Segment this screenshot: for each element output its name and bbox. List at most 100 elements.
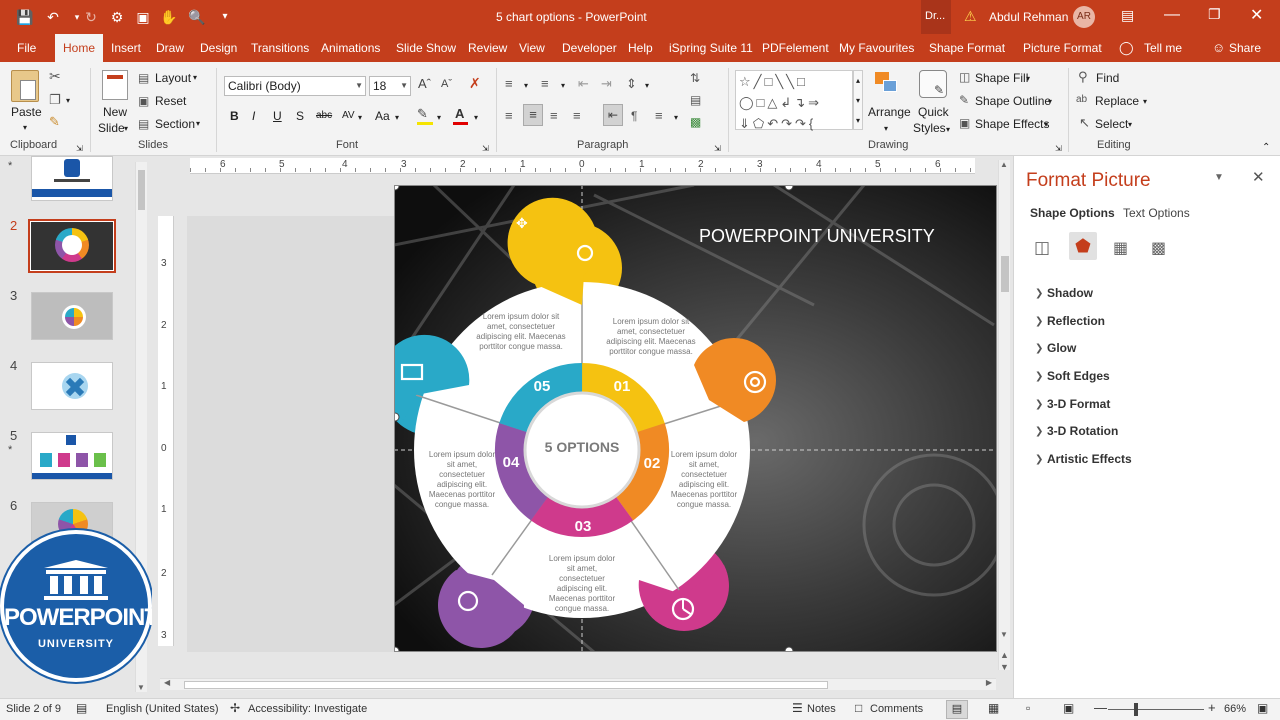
reading-view-icon[interactable]: ▫ — [1026, 701, 1030, 715]
tab-animations[interactable]: Animations — [321, 34, 380, 62]
3d-rotation-section[interactable]: 3-D Rotation — [1047, 424, 1118, 438]
font-name-combo[interactable]: Calibri (Body) ▼ — [224, 76, 366, 96]
copy-dropdown-icon[interactable]: ▾ — [66, 93, 70, 109]
slide-thumbnail-2[interactable] — [31, 222, 113, 270]
bold-button[interactable]: B — [230, 108, 239, 124]
spell-check-icon[interactable]: ▤ — [76, 701, 87, 715]
justify-icon[interactable]: ≡ — [573, 108, 581, 124]
comments-icon[interactable]: □ — [855, 701, 862, 715]
underline-button[interactable]: U — [273, 108, 282, 124]
scroll-down-icon[interactable]: ▼ — [137, 683, 145, 692]
text-block-04[interactable]: Lorem ipsum dolor sit amet, consectetuer… — [424, 450, 500, 510]
layout-button[interactable]: Layout — [155, 70, 191, 86]
start-slideshow-icon[interactable]: ▣ — [134, 8, 152, 26]
tab-developer[interactable]: Developer — [562, 34, 617, 62]
print-preview-icon[interactable]: 🔍 — [188, 8, 206, 26]
cursor-icon[interactable]: ↖ — [1079, 115, 1090, 131]
shapes-gallery-scroll[interactable]: ▴ ▾ ▾ — [853, 70, 863, 130]
restore-icon[interactable]: ❐ — [1208, 6, 1221, 23]
quick-styles-label-1[interactable]: Quick — [918, 104, 949, 120]
search-icon[interactable]: ⚲ — [1078, 69, 1088, 85]
paste-button[interactable]: Paste — [11, 104, 42, 120]
text-direction-icon[interactable]: ⇤ — [603, 104, 623, 126]
columns-dropdown-icon[interactable]: ▾ — [674, 110, 678, 126]
zoom-level[interactable]: 66% — [1224, 703, 1246, 715]
rtl-icon[interactable]: ¶ — [631, 108, 637, 124]
decrease-indent-icon[interactable]: ⇤ — [578, 76, 589, 92]
char-spacing-button[interactable]: AV — [342, 108, 355, 124]
zoom-slider-thumb[interactable] — [1134, 703, 1138, 716]
tab-home[interactable]: Home — [55, 34, 104, 62]
dr-label[interactable]: Dr... — [925, 10, 945, 22]
tell-me-search[interactable]: Tell me — [1144, 34, 1182, 62]
drawing-launcher-icon[interactable]: ⇲ — [1055, 141, 1062, 157]
arrange-button[interactable]: Arrange — [868, 104, 911, 120]
tab-text-options[interactable]: Text Options — [1123, 206, 1190, 220]
slide-counter[interactable]: Slide 2 of 9 — [6, 703, 61, 715]
customize-qat-icon[interactable]: ▾ — [216, 8, 234, 26]
comments-button[interactable]: Comments — [870, 703, 923, 715]
close-pane-icon[interactable]: ✕ — [1252, 168, 1265, 186]
undo-icon[interactable]: ↶ — [44, 8, 62, 26]
tab-draw[interactable]: Draw — [156, 34, 184, 62]
bullets-dropdown-icon[interactable]: ▾ — [524, 78, 528, 94]
slide-thumbnail-1[interactable] — [31, 156, 113, 201]
tab-transitions[interactable]: Transitions — [251, 34, 309, 62]
pen-icon[interactable]: ✎ — [959, 92, 969, 108]
replace-button[interactable]: Replace — [1095, 93, 1139, 109]
redo-icon[interactable]: ↻ — [82, 8, 100, 26]
notes-button[interactable]: Notes — [807, 703, 836, 715]
notes-icon[interactable]: ☰ — [792, 701, 803, 715]
tab-pdfelement[interactable]: PDFelement — [762, 34, 829, 62]
3d-format-section[interactable]: 3-D Format — [1047, 397, 1110, 411]
tab-picture-format[interactable]: Picture Format — [1023, 34, 1102, 62]
tab-ispring[interactable]: iSpring Suite 11 — [669, 34, 753, 62]
paragraph-launcher-icon[interactable]: ⇲ — [714, 141, 721, 157]
reflection-section[interactable]: Reflection — [1047, 314, 1105, 328]
fit-slide-icon[interactable]: ▣ — [1257, 701, 1268, 715]
text-direction-side-icon[interactable]: ⇅ — [690, 70, 700, 86]
scroll-up-icon[interactable]: ▲ — [1000, 160, 1008, 169]
change-case-button[interactable]: Aa — [375, 108, 390, 124]
tab-my-favourites[interactable]: My Favourites — [839, 34, 914, 62]
tab-file[interactable]: File — [17, 34, 36, 62]
layout-icon[interactable]: ▤ — [138, 70, 149, 86]
paste-dropdown-icon[interactable]: ▾ — [23, 120, 27, 136]
shape-effects-button[interactable]: Shape Effects — [975, 116, 1050, 132]
paste-icon[interactable] — [11, 70, 39, 102]
char-spacing-dropdown-icon[interactable]: ▾ — [358, 110, 362, 126]
clipboard-launcher-icon[interactable]: ⇲ — [76, 141, 83, 157]
increase-indent-icon[interactable]: ⇥ — [601, 76, 612, 92]
text-block-01[interactable]: Lorem ipsum dolor sit amet, consectetuer… — [606, 317, 696, 357]
new-slide-icon[interactable] — [102, 70, 128, 100]
new-slide-label-1[interactable]: New — [103, 104, 127, 120]
layout-dropdown-icon[interactable]: ▾ — [193, 70, 197, 86]
soft-edges-section[interactable]: Soft Edges — [1047, 369, 1110, 383]
text-block-05[interactable]: Lorem ipsum dolor sit amet, consectetuer… — [476, 312, 566, 352]
copy-icon[interactable]: ❐ — [49, 92, 61, 108]
highlight-icon[interactable]: ✎ — [417, 106, 428, 122]
fill-line-icon[interactable]: ◫ — [1034, 238, 1050, 258]
slide-thumbnail-4[interactable] — [31, 362, 113, 410]
section-button[interactable]: Section — [155, 116, 195, 132]
format-painter-icon[interactable]: ⚙ — [108, 8, 126, 26]
shape-fill-dropdown-icon[interactable]: ▾ — [1026, 71, 1030, 87]
font-launcher-icon[interactable]: ⇲ — [482, 141, 489, 157]
find-button[interactable]: Find — [1096, 70, 1119, 86]
slide-sorter-icon[interactable]: ▦ — [988, 701, 999, 715]
tab-slide-show[interactable]: Slide Show — [396, 34, 456, 62]
scroll-down-icon[interactable]: ▼ — [1000, 630, 1008, 639]
slide-vertical-scrollbar[interactable]: ▲ ▼ ▲ ▼ — [998, 160, 1010, 672]
picture-icon[interactable]: ▩ — [1151, 238, 1166, 258]
section-dropdown-icon[interactable]: ▾ — [196, 116, 200, 132]
share-button[interactable]: Share — [1229, 34, 1261, 62]
normal-view-icon[interactable]: ▤ — [946, 700, 968, 719]
reset-button[interactable]: Reset — [155, 93, 186, 109]
shapes-gallery[interactable]: ☆╱□╲╲□ ◯□△↲↴⇒ ⇓⬠↶↷↷{ — [735, 70, 853, 131]
new-slide-dropdown-icon[interactable]: ▾ — [124, 121, 128, 137]
collapse-ribbon-icon[interactable]: ⌃ — [1262, 140, 1270, 156]
clear-formatting-icon[interactable]: ✗ — [469, 75, 481, 91]
text-block-03[interactable]: Lorem ipsum dolor sit amet, consectetuer… — [544, 554, 620, 614]
tab-design[interactable]: Design — [200, 34, 237, 62]
close-icon[interactable]: ✕ — [1250, 5, 1263, 25]
